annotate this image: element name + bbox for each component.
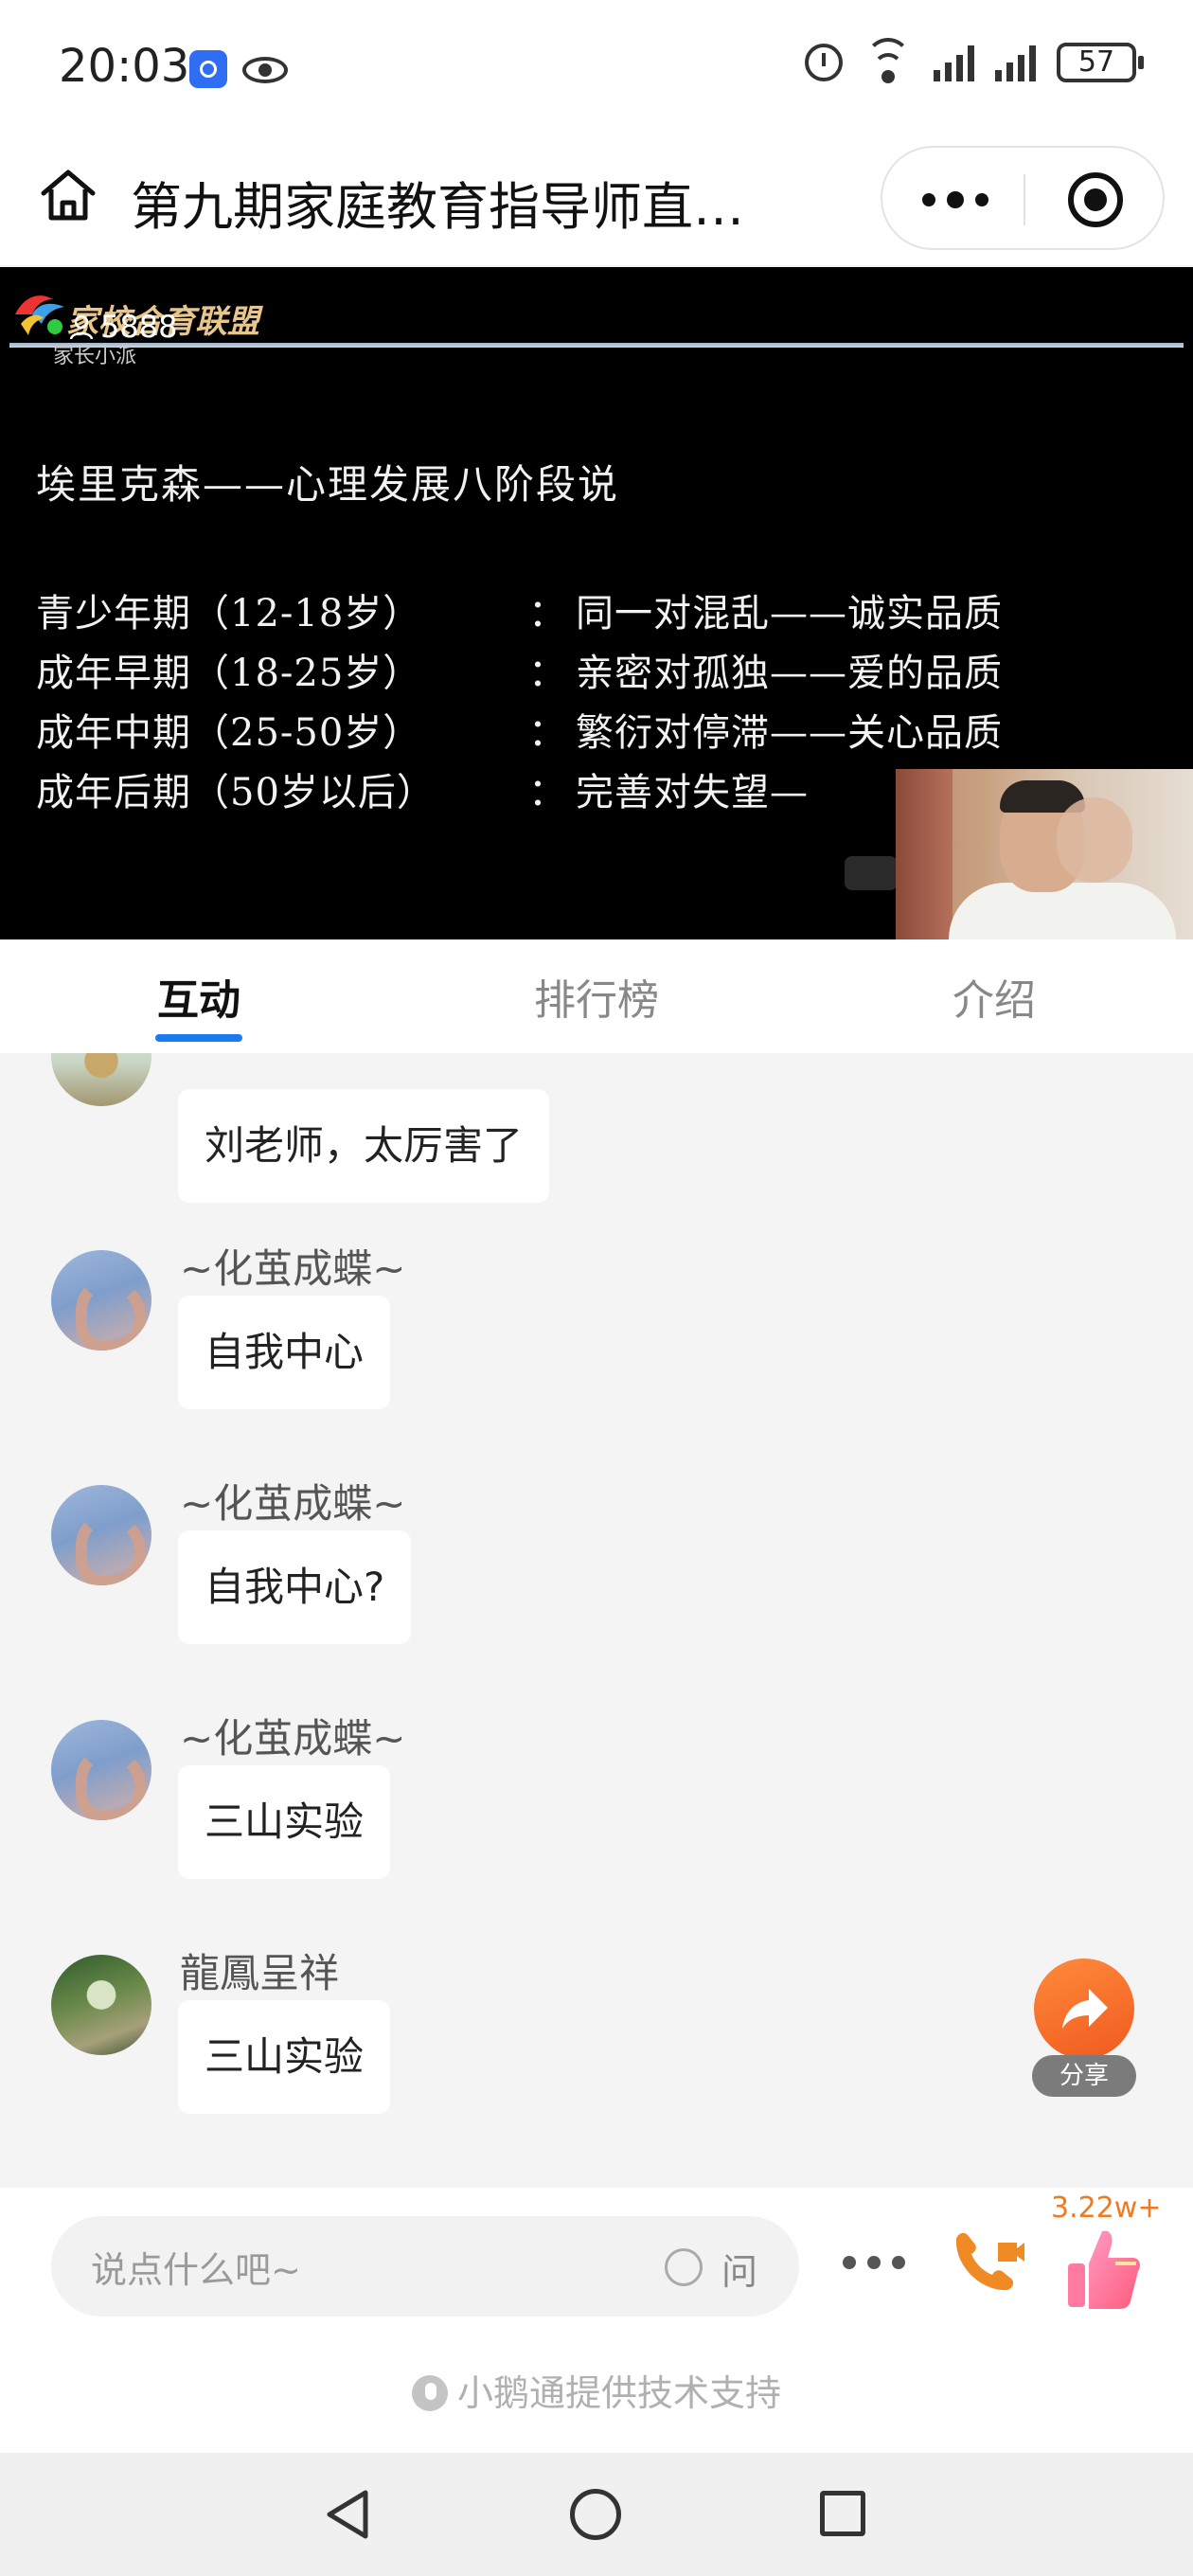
status-bar: 20:03 57: [0, 0, 1193, 133]
pip-curtain: [896, 769, 953, 939]
status-icons: 57: [805, 38, 1144, 83]
active-tab-indicator: [155, 1034, 242, 1042]
chat-list[interactable]: 刘老师，太厉害了 ~化茧成蝶~ 自我中心 ~化茧成蝶~ 自我中心? ~化茧成蝶~…: [0, 1053, 1193, 2188]
xiaoe-logo-icon: [411, 2375, 448, 2411]
slide-content: 青少年期（12-18岁） ： 同一对混乱——诚实品质 成年早期（18-25岁） …: [36, 580, 1003, 818]
slide-row: 成年中期（25-50岁） ： 繁衍对停滞——关心品质: [36, 699, 1003, 759]
likes-count: 3.22w+: [1051, 2191, 1162, 2225]
slide-stage: 青少年期（12-18岁）: [36, 591, 422, 635]
slide-row: 青少年期（12-18岁） ： 同一对混乱——诚实品质: [36, 580, 1003, 639]
capsule-divider: [1024, 174, 1025, 225]
signal-icon: [934, 44, 974, 81]
tab-interact[interactable]: 互动: [85, 966, 312, 1027]
more-actions-button[interactable]: [843, 2256, 905, 2271]
pip-presenter-hand: [1057, 797, 1132, 883]
message-bubble[interactable]: 三山实验: [178, 1765, 391, 1879]
powered-by: 小鹅通提供技术支持: [0, 2364, 1193, 2416]
slide-separator: ：: [528, 710, 566, 755]
slide-separator: ：: [528, 770, 566, 814]
share-circle: [1034, 1959, 1134, 2059]
back-icon[interactable]: [322, 2487, 375, 2542]
hand-avatar[interactable]: [51, 1720, 151, 1820]
call-video-icon[interactable]: [947, 2224, 1026, 2303]
share-button[interactable]: 分享: [1032, 1959, 1136, 2101]
sky-avatar[interactable]: [51, 1053, 151, 1106]
logo-subtitle: 家长小派: [53, 345, 137, 368]
slide-row: 成年后期（50岁以后） ： 完善对失望—: [36, 759, 1003, 818]
slide-stage: 成年早期（18-25岁）: [36, 651, 422, 695]
page-title: 第九期家庭教育指导师直…: [131, 177, 744, 237]
share-arrow-icon: [1062, 1989, 1108, 2029]
app-notification-icon: [189, 50, 227, 88]
video-control-widget[interactable]: [845, 856, 898, 890]
input-placeholder: 说点什么吧~: [91, 2249, 301, 2291]
thumbs-up-icon[interactable]: [1064, 2226, 1144, 2311]
slide-description: 同一对混乱——诚实品质: [576, 591, 1003, 635]
person-icon: [69, 314, 94, 340]
sender-name: ~化茧成蝶~: [180, 1245, 406, 1292]
pip-presenter-body: [949, 883, 1176, 939]
message-bubble[interactable]: 自我中心: [178, 1296, 391, 1409]
bottom-input-bar: 说点什么吧~ 问 3.22w+ 小鹅通提供技术支持: [0, 2188, 1193, 2453]
slide-separator: ：: [528, 591, 566, 635]
slide-stage: 成年中期（25-50岁）: [36, 710, 422, 755]
message-bubble[interactable]: 刘老师，太厉害了: [178, 1089, 550, 1203]
home-nav-icon[interactable]: [570, 2489, 621, 2540]
ask-toggle-icon[interactable]: [665, 2248, 703, 2286]
live-dot-icon: [47, 319, 62, 334]
message-bubble[interactable]: 三山实验: [178, 2000, 391, 2114]
tab-intro[interactable]: 介绍: [881, 966, 1108, 1027]
signal-icon-2: [995, 44, 1036, 81]
park-avatar[interactable]: [51, 1955, 151, 2055]
wifi-icon: [864, 38, 913, 83]
slide-separator: ：: [528, 651, 566, 695]
recent-apps-icon[interactable]: [820, 2491, 865, 2536]
mini-program-capsule: [881, 146, 1165, 250]
more-options-button[interactable]: [922, 186, 988, 214]
ask-label[interactable]: 问: [721, 2243, 757, 2295]
tab-leaderboard[interactable]: 排行榜: [483, 966, 710, 1027]
close-miniprogram-icon[interactable]: [1068, 172, 1123, 227]
slide-description: 完善对失望—: [576, 770, 809, 814]
hand-avatar[interactable]: [51, 1485, 151, 1585]
slide-description: 亲密对孤独——爱的品质: [576, 651, 1003, 695]
tab-bar: 互动 排行榜 介绍: [0, 939, 1193, 1053]
slide-description: 繁衍对停滞——关心品质: [576, 710, 1003, 755]
status-time: 20:03: [59, 40, 190, 93]
presenter-camera-pip[interactable]: [896, 769, 1193, 939]
powered-by-text: 小鹅通提供技术支持: [456, 2372, 781, 2414]
sender-name: ~化茧成蝶~: [180, 1480, 406, 1527]
live-video-player[interactable]: 家校合育联盟 5888 家长小派 埃里克森——心理发展八阶段说 青少年期（12-…: [0, 267, 1193, 939]
slide-stage: 成年后期（50岁以后）: [36, 770, 436, 814]
sender-name: 龍鳳呈祥: [180, 1950, 340, 1996]
home-icon[interactable]: [38, 165, 98, 225]
page: 20:03 57 第九期家庭教育指导师直… 家校合育联盟 5888 家长小派 埃…: [0, 0, 1193, 2576]
slide-row: 成年早期（18-25岁） ： 亲密对孤独——爱的品质: [36, 639, 1003, 699]
alarm-icon: [805, 44, 843, 81]
message-bubble[interactable]: 自我中心?: [178, 1530, 412, 1644]
battery-indicator: 57: [1057, 43, 1144, 82]
hand-avatar[interactable]: [51, 1250, 151, 1351]
share-label: 分享: [1032, 2055, 1136, 2097]
sender-name: ~化茧成蝶~: [180, 1715, 406, 1762]
eye-icon: [242, 57, 288, 83]
slide-title: 埃里克森——心理发展八阶段说: [36, 461, 620, 508]
system-nav-bar: [0, 2453, 1193, 2576]
comment-input[interactable]: 说点什么吧~ 问: [51, 2216, 799, 2317]
title-bar: 第九期家庭教育指导师直…: [0, 133, 1193, 265]
